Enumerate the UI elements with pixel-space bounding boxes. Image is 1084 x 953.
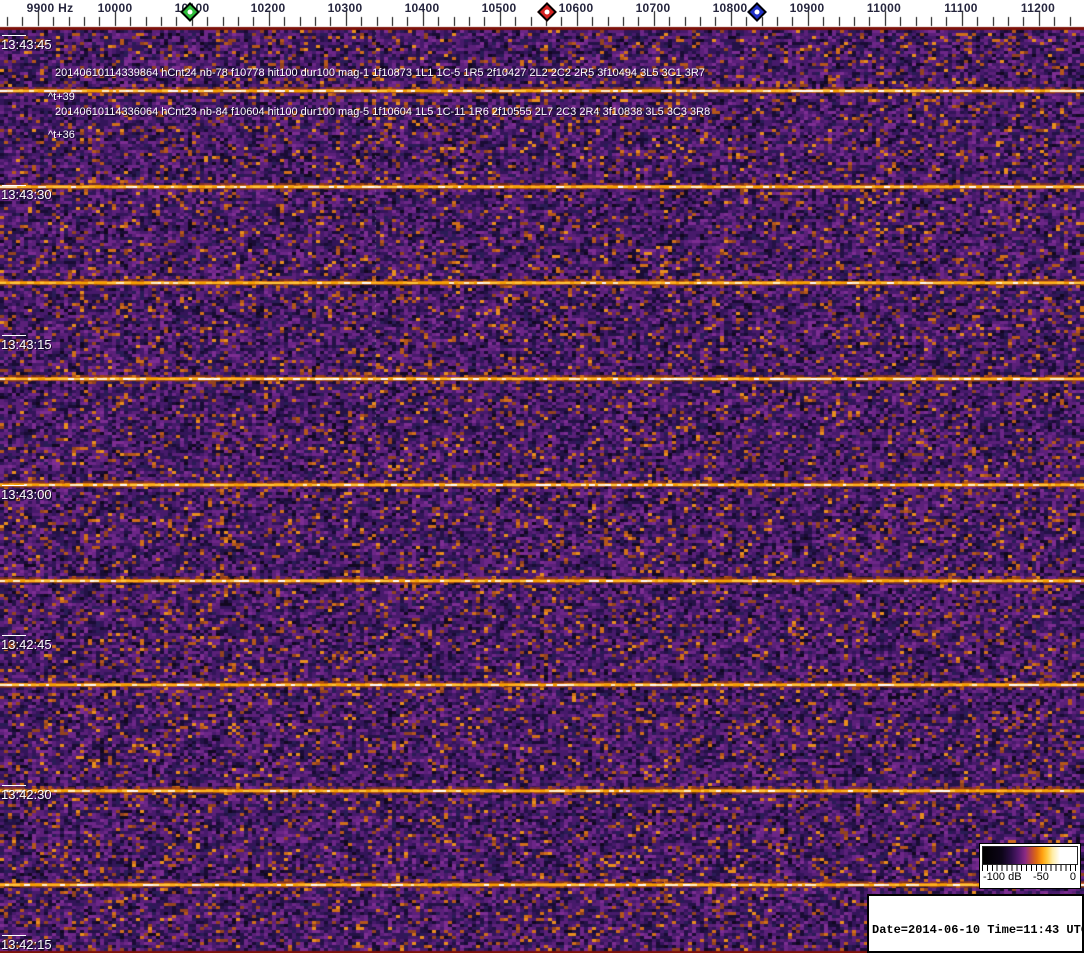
freq-tick-label: 10200: [250, 1, 286, 15]
marker-center-dot: [753, 8, 761, 16]
time-tick: [2, 35, 26, 36]
freq-tick-label: 10400: [404, 1, 440, 15]
time-tick: [2, 635, 26, 636]
event-time-offset-1: ^t+39: [48, 91, 75, 103]
freq-tick-label: 10900: [789, 1, 825, 15]
event-annotation-2: 20140610114336064 hCnt23 nb-84 f10604 hi…: [55, 106, 711, 118]
info-box: Date=2014-06-10 Time=11:43 UTC Freq=143 …: [867, 894, 1084, 953]
time-tick: [2, 185, 26, 186]
freq-tick-label: 11100: [944, 1, 978, 15]
freq-tick-label: 9900 Hz: [26, 1, 74, 15]
freq-tick-label: 11000: [866, 1, 902, 15]
event-time-offset-2: ^t+36: [48, 129, 75, 141]
time-label: 13:43:00: [1, 487, 52, 502]
time-label: 13:42:15: [1, 937, 52, 952]
time-label: 13:42:45: [1, 637, 52, 652]
time-tick: [2, 485, 26, 486]
colorbar-labels: -100 dB -50 0: [982, 871, 1078, 886]
freq-tick-label: 10500: [481, 1, 517, 15]
colorbar: -100 dB -50 0: [979, 843, 1081, 889]
time-label: 13:42:30: [1, 787, 52, 802]
time-label: 13:43:15: [1, 337, 52, 352]
colorbar-min-label: -100 dB: [983, 871, 1022, 883]
marker-center-dot: [543, 8, 551, 16]
freq-tick-label: 10300: [327, 1, 363, 15]
waterfall-display: [0, 0, 1084, 953]
time-tick: [2, 335, 26, 336]
time-tick: [2, 935, 26, 936]
time-tick: [2, 785, 26, 786]
freq-tick-label: 10600: [558, 1, 594, 15]
freq-tick-label: 10700: [635, 1, 671, 15]
spectrogram-window: 9900 Hz100001010010200103001040010500106…: [0, 0, 1084, 953]
marker-center-dot: [186, 8, 194, 16]
freq-tick-label: 11200: [1020, 1, 1056, 15]
event-annotation-1: 20140610114339864 hCnt24 nb-78 f10778 hi…: [55, 67, 705, 79]
colorbar-mid-label: -50: [1033, 871, 1049, 883]
colorbar-gradient: [982, 846, 1078, 865]
time-label: 13:43:30: [1, 187, 52, 202]
time-label: 13:43:45: [1, 37, 52, 52]
freq-tick-label: 10800: [712, 1, 748, 15]
info-date-time: Date=2014-06-10 Time=11:43 UTC: [872, 923, 1084, 937]
colorbar-max-label: 0: [1069, 871, 1076, 883]
freq-tick-label: 10000: [97, 1, 133, 15]
